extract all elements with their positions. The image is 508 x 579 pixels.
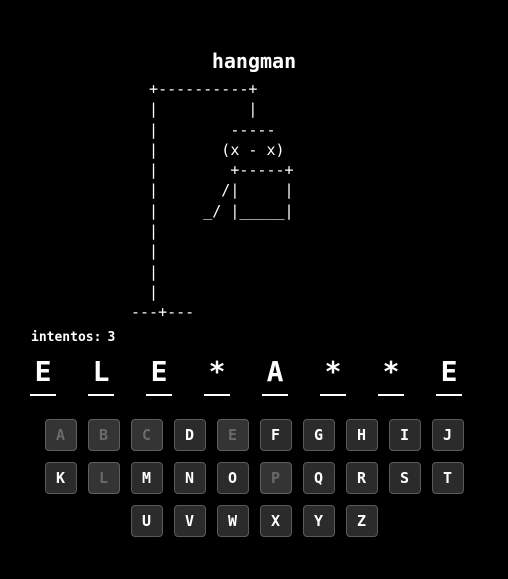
key-o[interactable]: O <box>216 462 249 494</box>
key-s[interactable]: S <box>388 462 421 494</box>
keyboard-row-3: U V W X Y Z <box>0 505 508 537</box>
slot-underline <box>378 394 404 396</box>
slot-letter: E <box>150 355 168 388</box>
game-title: hangman <box>211 49 297 73</box>
key-c[interactable]: C <box>130 419 163 451</box>
letter-keyboard: A B C D E F G H I J K L M N O P Q R S T … <box>0 419 508 548</box>
key-i[interactable]: I <box>388 419 421 451</box>
letter-slot: E <box>436 354 462 396</box>
key-a[interactable]: A <box>44 419 77 451</box>
key-x[interactable]: X <box>259 505 292 537</box>
slot-underline <box>262 394 288 396</box>
key-b[interactable]: B <box>87 419 120 451</box>
attempts-counter: intentos: 3 <box>31 330 121 345</box>
slot-hidden-letter: * <box>208 355 226 388</box>
keyboard-row-1: A B C D E F G H I J <box>0 419 508 451</box>
key-l[interactable]: L <box>87 462 120 494</box>
letter-slot: * <box>320 354 346 396</box>
letter-slot: L <box>88 354 114 396</box>
slot-letter: A <box>266 355 284 388</box>
key-t[interactable]: T <box>431 462 464 494</box>
slot-underline <box>146 394 172 396</box>
key-v[interactable]: V <box>173 505 206 537</box>
key-g[interactable]: G <box>302 419 335 451</box>
slot-hidden-letter: * <box>324 355 342 388</box>
key-w[interactable]: W <box>216 505 249 537</box>
key-d[interactable]: D <box>173 419 206 451</box>
letter-slot: * <box>204 354 230 396</box>
key-r[interactable]: R <box>345 462 378 494</box>
letter-slot: A <box>262 354 288 396</box>
key-n[interactable]: N <box>173 462 206 494</box>
letter-slot: E <box>30 354 56 396</box>
word-display: E L E * A * * E <box>30 354 462 396</box>
key-p[interactable]: P <box>259 462 292 494</box>
key-q[interactable]: Q <box>302 462 335 494</box>
attempts-value: 3 <box>107 330 116 345</box>
keyboard-row-2: K L M N O P Q R S T <box>0 462 508 494</box>
key-j[interactable]: J <box>431 419 464 451</box>
key-m[interactable]: M <box>130 462 163 494</box>
letter-slot: * <box>378 354 404 396</box>
key-z[interactable]: Z <box>345 505 378 537</box>
key-h[interactable]: H <box>345 419 378 451</box>
slot-underline <box>30 394 56 396</box>
key-y[interactable]: Y <box>302 505 335 537</box>
slot-letter: E <box>34 355 52 388</box>
key-f[interactable]: F <box>259 419 292 451</box>
slot-underline <box>204 394 230 396</box>
key-k[interactable]: K <box>44 462 77 494</box>
slot-underline <box>320 394 346 396</box>
slot-letter: E <box>440 355 458 388</box>
slot-underline <box>88 394 114 396</box>
slot-letter: L <box>92 355 110 388</box>
key-e[interactable]: E <box>216 419 249 451</box>
attempts-label: intentos: <box>31 330 102 345</box>
key-u[interactable]: U <box>130 505 163 537</box>
slot-hidden-letter: * <box>382 355 400 388</box>
slot-underline <box>436 394 462 396</box>
letter-slot: E <box>146 354 172 396</box>
hangman-ascii-art: +----------+ | | | ----- | (x - x) | +--… <box>131 80 294 322</box>
